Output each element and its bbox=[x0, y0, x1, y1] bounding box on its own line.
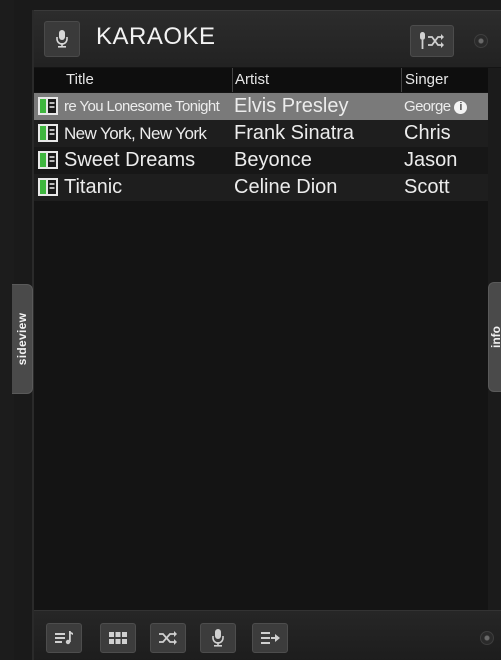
row-title: New York, New York bbox=[64, 124, 207, 143]
row-singer-name: George bbox=[404, 98, 451, 115]
shuffle-microphone-icon bbox=[420, 32, 444, 49]
info-tab-label: info bbox=[489, 326, 501, 348]
grid-view-icon bbox=[109, 632, 127, 644]
shuffle-icon bbox=[159, 631, 177, 645]
settings-dot-icon[interactable] bbox=[474, 34, 488, 48]
column-separator bbox=[401, 68, 402, 92]
column-separator bbox=[232, 68, 233, 92]
sideview-tab[interactable]: sideview bbox=[12, 284, 33, 394]
table-row[interactable]: Titanic Celine Dion Scott bbox=[34, 174, 488, 201]
karaoke-track-icon bbox=[38, 124, 58, 142]
queue-next-icon bbox=[261, 632, 280, 644]
row-singer: George i bbox=[404, 94, 488, 119]
table-row[interactable]: Sweet Dreams Beyonce Jason bbox=[34, 147, 488, 174]
queue-next-button[interactable] bbox=[252, 623, 288, 653]
shuffle-button[interactable] bbox=[150, 623, 186, 653]
shuffle-singers-button[interactable] bbox=[410, 25, 454, 57]
microphone-icon bbox=[212, 629, 224, 647]
karaoke-track-icon bbox=[38, 151, 58, 169]
bottom-toolbar bbox=[34, 610, 501, 660]
microphone-button[interactable] bbox=[200, 623, 236, 653]
microphone-icon bbox=[56, 30, 68, 48]
song-list: Title Artist Singer re You Lonesome Toni… bbox=[34, 68, 501, 618]
row-title: Titanic bbox=[64, 176, 123, 198]
column-singer[interactable]: Singer bbox=[405, 71, 448, 88]
row-title: re You Lonesome Tonight bbox=[64, 98, 220, 115]
table-row[interactable]: re You Lonesome Tonight Elvis Presley Ge… bbox=[34, 93, 488, 120]
karaoke-track-icon bbox=[38, 97, 58, 115]
row-singer: Scott bbox=[404, 176, 450, 198]
karaoke-window: sideview KARAOKE Title Artist Singer re … bbox=[0, 0, 501, 660]
panel-header: KARAOKE bbox=[34, 10, 501, 67]
grid-view-button[interactable] bbox=[100, 623, 136, 653]
column-title[interactable]: Title bbox=[66, 71, 94, 88]
row-artist: Celine Dion bbox=[234, 176, 338, 198]
karaoke-track-icon bbox=[38, 178, 58, 196]
column-artist[interactable]: Artist bbox=[235, 71, 269, 88]
row-artist: Frank Sinatra bbox=[234, 122, 355, 144]
karaoke-mic-button[interactable] bbox=[44, 21, 80, 57]
options-dot-icon[interactable] bbox=[480, 631, 494, 645]
row-artist: Beyonce bbox=[234, 149, 312, 171]
info-tab[interactable]: info bbox=[488, 282, 501, 392]
info-icon[interactable]: i bbox=[454, 101, 468, 114]
karaoke-panel: KARAOKE Title Artist Singer re You Lones… bbox=[34, 10, 501, 660]
add-to-playlist-button[interactable] bbox=[46, 623, 82, 653]
add-to-playlist-icon bbox=[55, 631, 73, 645]
page-title: KARAOKE bbox=[96, 23, 216, 50]
column-header: Title Artist Singer bbox=[34, 68, 488, 92]
row-artist: Elvis Presley bbox=[234, 95, 349, 117]
row-singer: Jason bbox=[404, 149, 458, 171]
sideview-tab-label: sideview bbox=[15, 312, 29, 366]
table-row[interactable]: New York, New York Frank Sinatra Chris bbox=[34, 120, 488, 147]
row-singer: Chris bbox=[404, 122, 451, 144]
row-title: Sweet Dreams bbox=[64, 149, 196, 171]
